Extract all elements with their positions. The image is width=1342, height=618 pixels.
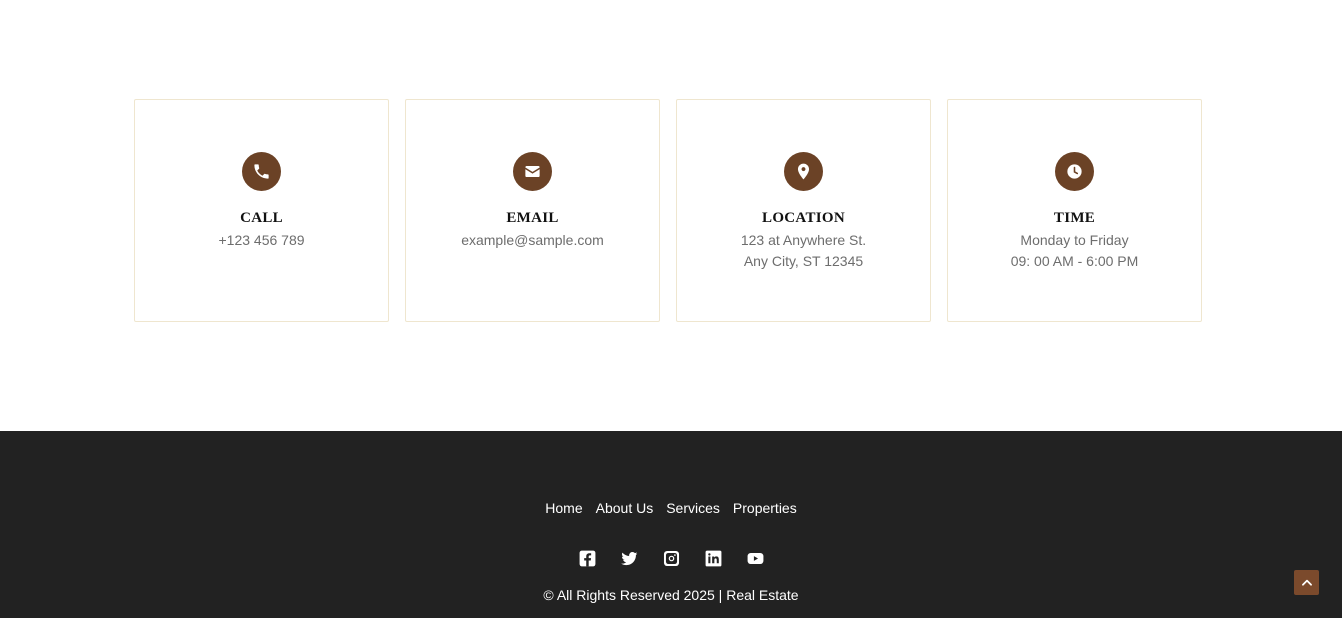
site-footer: Home About Us Services Properties © All … (0, 431, 1342, 618)
footer-link-home[interactable]: Home (545, 500, 582, 516)
card-title: LOCATION (762, 210, 845, 226)
contact-cards: CALL +123 456 789 EMAIL example@sample.c… (134, 99, 1202, 322)
card-detail: 09: 00 AM - 6:00 PM (1010, 253, 1139, 269)
contact-card-time: TIME Monday to Friday 09: 00 AM - 6:00 P… (947, 99, 1202, 322)
map-pin-icon (784, 152, 823, 191)
card-detail: Monday to Friday (1020, 232, 1129, 248)
chevron-up-icon (1301, 579, 1312, 586)
card-detail: Any City, ST 12345 (743, 253, 864, 269)
instagram-icon[interactable] (662, 549, 681, 568)
back-to-top-button[interactable] (1294, 570, 1319, 595)
card-title: TIME (1053, 210, 1096, 226)
card-detail: example@sample.com (461, 232, 604, 248)
footer-link-services[interactable]: Services (666, 500, 720, 516)
card-title: EMAIL (506, 210, 559, 226)
footer-link-properties[interactable]: Properties (733, 500, 797, 516)
card-title: CALL (240, 210, 283, 226)
linkedin-icon[interactable] (704, 549, 723, 568)
envelope-icon (513, 152, 552, 191)
card-detail: +123 456 789 (218, 232, 305, 248)
footer-link-about-us[interactable]: About Us (596, 500, 654, 516)
contact-card-call: CALL +123 456 789 (134, 99, 389, 322)
contact-section: CALL +123 456 789 EMAIL example@sample.c… (0, 0, 1342, 431)
social-links (0, 549, 1342, 568)
youtube-icon[interactable] (746, 549, 765, 568)
phone-icon (242, 152, 281, 191)
clock-icon (1055, 152, 1094, 191)
contact-card-email: EMAIL example@sample.com (405, 99, 660, 322)
footer-nav: Home About Us Services Properties (0, 500, 1342, 516)
twitter-icon[interactable] (620, 549, 639, 568)
copyright-text: © All Rights Reserved 2025 | Real Estate (543, 587, 799, 603)
contact-card-location: LOCATION 123 at Anywhere St. Any City, S… (676, 99, 931, 322)
card-detail: 123 at Anywhere St. (740, 232, 867, 248)
facebook-icon[interactable] (578, 549, 597, 568)
